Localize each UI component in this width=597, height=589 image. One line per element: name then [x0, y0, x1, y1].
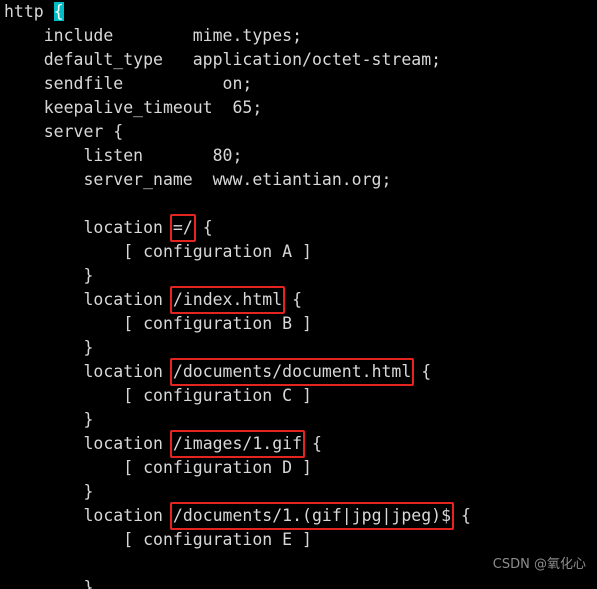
code-text: } — [4, 338, 94, 357]
code-line: } — [0, 264, 597, 288]
code-text: { — [282, 290, 303, 309]
brace-match-highlight: { — [53, 2, 64, 21]
code-line: location /documents/document.html { — [0, 358, 597, 386]
code-text: } — [4, 578, 94, 589]
code-line: [ configuration D ] — [0, 456, 597, 480]
code-line: } — [0, 408, 597, 432]
code-text: location — [4, 362, 173, 381]
annotation-box: /images/1.gif — [169, 430, 306, 458]
code-text: http — [4, 2, 54, 21]
code-text: [ configuration A ] — [4, 242, 312, 261]
code-text: [ configuration C ] — [4, 386, 312, 405]
code-text: listen 80; — [4, 146, 243, 165]
code-text: [ configuration D ] — [4, 458, 312, 477]
code-text: } — [4, 266, 94, 285]
code-line: keepalive_timeout 65; — [0, 96, 597, 120]
code-line: [ configuration A ] — [0, 240, 597, 264]
annotation-box: /documents/document.html — [169, 358, 415, 386]
annotation-box: =/ — [169, 214, 196, 242]
code-text: } — [4, 482, 94, 501]
code-line: include mime.types; — [0, 24, 597, 48]
code-line: location =/ { — [0, 214, 597, 242]
code-line: server { — [0, 120, 597, 144]
code-line: location /images/1.gif { — [0, 430, 597, 458]
code-text: { — [192, 218, 213, 237]
code-text: [ configuration E ] — [4, 530, 312, 549]
code-line: [ configuration C ] — [0, 384, 597, 408]
code-text: default_type application/octet-stream; — [4, 50, 442, 69]
code-text: location — [4, 290, 173, 309]
code-text: keepalive_timeout 65; — [4, 98, 263, 117]
code-text: server_name www.etiantian.org; — [4, 170, 392, 189]
code-text: location — [4, 218, 173, 237]
code-line: location /documents/1.(gif|jpg|jpeg)$ { — [0, 502, 597, 530]
code-line: default_type application/octet-stream; — [0, 48, 597, 72]
code-text: { — [411, 362, 432, 381]
code-text: { — [451, 506, 471, 525]
code-text: [ configuration B ] — [4, 314, 312, 333]
code-line: listen 80; — [0, 144, 597, 168]
code-text: server { — [4, 122, 124, 141]
code-line: } — [0, 336, 597, 360]
code-line: sendfile on; — [0, 72, 597, 96]
code-line: http { — [0, 0, 597, 24]
code-line: } — [0, 480, 597, 504]
code-text: include mime.types; — [4, 26, 303, 45]
csdn-watermark: CSDN @氧化心 — [492, 557, 586, 572]
code-text: { — [302, 434, 322, 453]
code-line: location /index.html { — [0, 286, 597, 314]
code-line: server_name www.etiantian.org; — [0, 168, 597, 192]
code-line: [ configuration B ] — [0, 312, 597, 336]
code-line: } — [0, 576, 597, 589]
annotation-box: /index.html — [169, 286, 286, 314]
annotation-box: /documents/1.(gif|jpg|jpeg)$ — [169, 502, 455, 530]
code-block: http { include mime.types; default_type … — [0, 0, 597, 589]
code-text: location — [4, 434, 173, 453]
code-line: [ configuration E ] — [0, 528, 597, 552]
code-text: sendfile on; — [4, 74, 253, 93]
code-text: location — [4, 506, 173, 525]
terminal-code-screenshot: http { include mime.types; default_type … — [0, 0, 597, 589]
code-text: } — [4, 410, 94, 429]
